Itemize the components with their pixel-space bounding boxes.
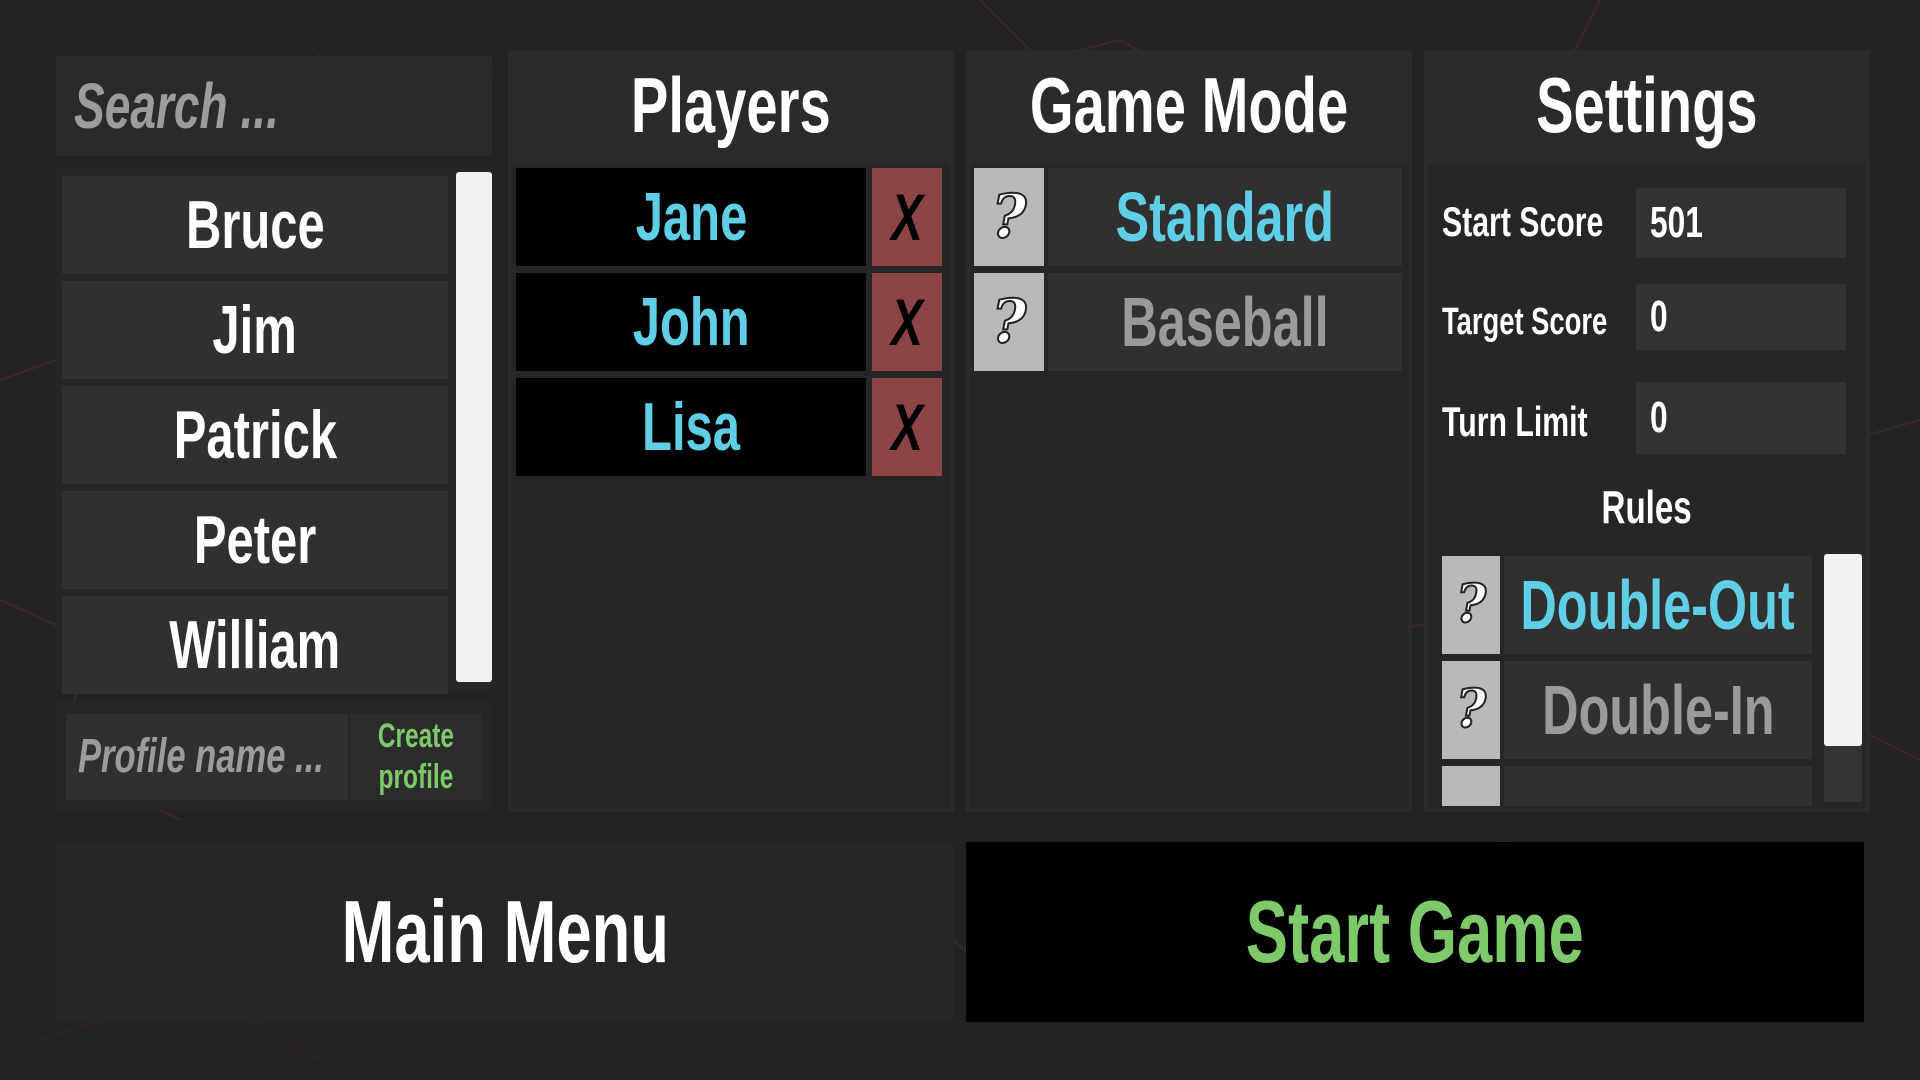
main-menu-label: Main Menu (341, 882, 669, 981)
game-mode-panel: Game Mode ? Standard ? Baseball (966, 50, 1412, 812)
settings-body: Start Score 501 Target Score 0 Turn Limi… (1428, 164, 1866, 808)
rules-title: Rules (1428, 472, 1866, 542)
create-profile-label-line1: Create (377, 717, 455, 756)
player-row-lisa: Lisa X (516, 378, 946, 476)
game-mode-list: ? Standard ? Baseball (970, 164, 1408, 808)
profile-name: William (169, 607, 341, 683)
turn-limit-label: Turn Limit (1442, 392, 1632, 452)
remove-icon: X (891, 180, 923, 254)
profile-list: Bruce Jim Patrick Peter William (56, 168, 492, 694)
target-score-value: 0 (1650, 292, 1668, 341)
create-profile-button[interactable]: Create profile (350, 714, 482, 800)
mode-option-baseball[interactable]: Baseball (1048, 273, 1402, 371)
question-icon: ? (990, 287, 1027, 357)
settings-panel: Settings Start Score 501 Target Score 0 … (1424, 50, 1870, 812)
profile-name: Peter (193, 502, 317, 578)
start-score-input[interactable]: 501 (1636, 188, 1846, 258)
mode-option-text: Baseball (1121, 283, 1329, 361)
create-profile-label-line2: profile (378, 758, 454, 796)
create-profile-bar: Profile name ... Create profile (56, 702, 492, 810)
mode-option-text: Standard (1115, 178, 1335, 256)
profile-name: Bruce (185, 187, 325, 263)
profile-name-placeholder: Profile name ... (78, 730, 324, 783)
rule-row-partial (1442, 766, 1812, 806)
player-name-jane[interactable]: Jane (516, 168, 866, 266)
target-score-label: Target Score (1442, 292, 1632, 352)
player-row-jane: Jane X (516, 168, 946, 266)
rule-option-double-in[interactable]: Double-In (1504, 661, 1812, 759)
start-game-label: Start Game (1245, 882, 1585, 981)
players-title-text: Players (631, 61, 831, 149)
rule-option-double-out[interactable]: Double-Out (1504, 556, 1812, 654)
start-score-label: Start Score (1442, 192, 1632, 252)
profile-item-jim[interactable]: Jim (62, 281, 448, 379)
rules-title-text: Rules (1601, 481, 1693, 533)
game-mode-title: Game Mode (966, 50, 1412, 160)
rule-help-button[interactable]: ? (1442, 661, 1500, 759)
remove-icon: X (891, 285, 923, 359)
profile-name: Jim (212, 292, 298, 368)
profile-name: Patrick (173, 397, 337, 473)
mode-help-button[interactable]: ? (974, 273, 1044, 371)
profile-item-william[interactable]: William (62, 596, 448, 694)
rule-help-button[interactable] (1442, 766, 1500, 806)
rule-option-text: Double-Out (1520, 566, 1796, 644)
remove-icon: X (891, 390, 923, 464)
settings-title: Settings (1424, 50, 1870, 160)
start-score-label-text: Start Score (1442, 198, 1604, 245)
profile-name-input[interactable]: Profile name ... (66, 714, 348, 800)
rules-scrollbar[interactable] (1824, 554, 1862, 802)
settings-title-text: Settings (1536, 61, 1758, 149)
search-placeholder: Search ... (74, 70, 279, 142)
remove-player-button[interactable]: X (872, 168, 942, 266)
remove-player-button[interactable]: X (872, 378, 942, 476)
player-row-john: John X (516, 273, 946, 371)
rule-row-double-in: ? Double-In (1442, 661, 1812, 759)
target-score-input[interactable]: 0 (1636, 284, 1846, 350)
rule-option-text: Double-In (1541, 671, 1775, 749)
start-game-button[interactable]: Start Game (966, 842, 1864, 1022)
rule-row-double-out: ? Double-Out (1442, 556, 1812, 654)
rule-option-partial[interactable] (1504, 766, 1812, 806)
players-list: Jane X John X Lisa X (512, 164, 950, 808)
mode-option-standard[interactable]: Standard (1048, 168, 1402, 266)
profile-list-scroll-thumb[interactable] (456, 172, 492, 682)
profile-item-peter[interactable]: Peter (62, 491, 448, 589)
question-icon: ? (1455, 679, 1488, 740)
players-title: Players (508, 50, 954, 160)
player-name-text: John (632, 284, 750, 360)
profile-item-bruce[interactable]: Bruce (62, 176, 448, 274)
player-name-text: Jane (635, 179, 747, 255)
rules-scroll-thumb[interactable] (1824, 554, 1862, 746)
player-name-text: Lisa (642, 389, 740, 465)
profile-list-scrollbar[interactable] (454, 170, 492, 688)
start-score-value: 501 (1650, 198, 1703, 247)
question-icon: ? (1455, 574, 1488, 635)
game-mode-title-text: Game Mode (1029, 61, 1349, 149)
turn-limit-label-text: Turn Limit (1442, 398, 1588, 445)
mode-help-button[interactable]: ? (974, 168, 1044, 266)
rules-list: ? Double-Out ? Double-In (1442, 556, 1816, 806)
remove-player-button[interactable]: X (872, 273, 942, 371)
question-icon: ? (990, 182, 1027, 252)
target-score-label-text: Target Score (1442, 301, 1608, 343)
rule-help-button[interactable]: ? (1442, 556, 1500, 654)
turn-limit-value: 0 (1650, 393, 1668, 442)
mode-row-standard: ? Standard (974, 168, 1404, 266)
main-menu-button[interactable]: Main Menu (56, 842, 954, 1022)
profile-item-patrick[interactable]: Patrick (62, 386, 448, 484)
player-name-lisa[interactable]: Lisa (516, 378, 866, 476)
mode-row-baseball: ? Baseball (974, 273, 1404, 371)
players-panel: Players Jane X John X Lisa X (508, 50, 954, 812)
search-input[interactable]: Search ... (56, 56, 492, 156)
turn-limit-input[interactable]: 0 (1636, 382, 1846, 454)
player-name-john[interactable]: John (516, 273, 866, 371)
